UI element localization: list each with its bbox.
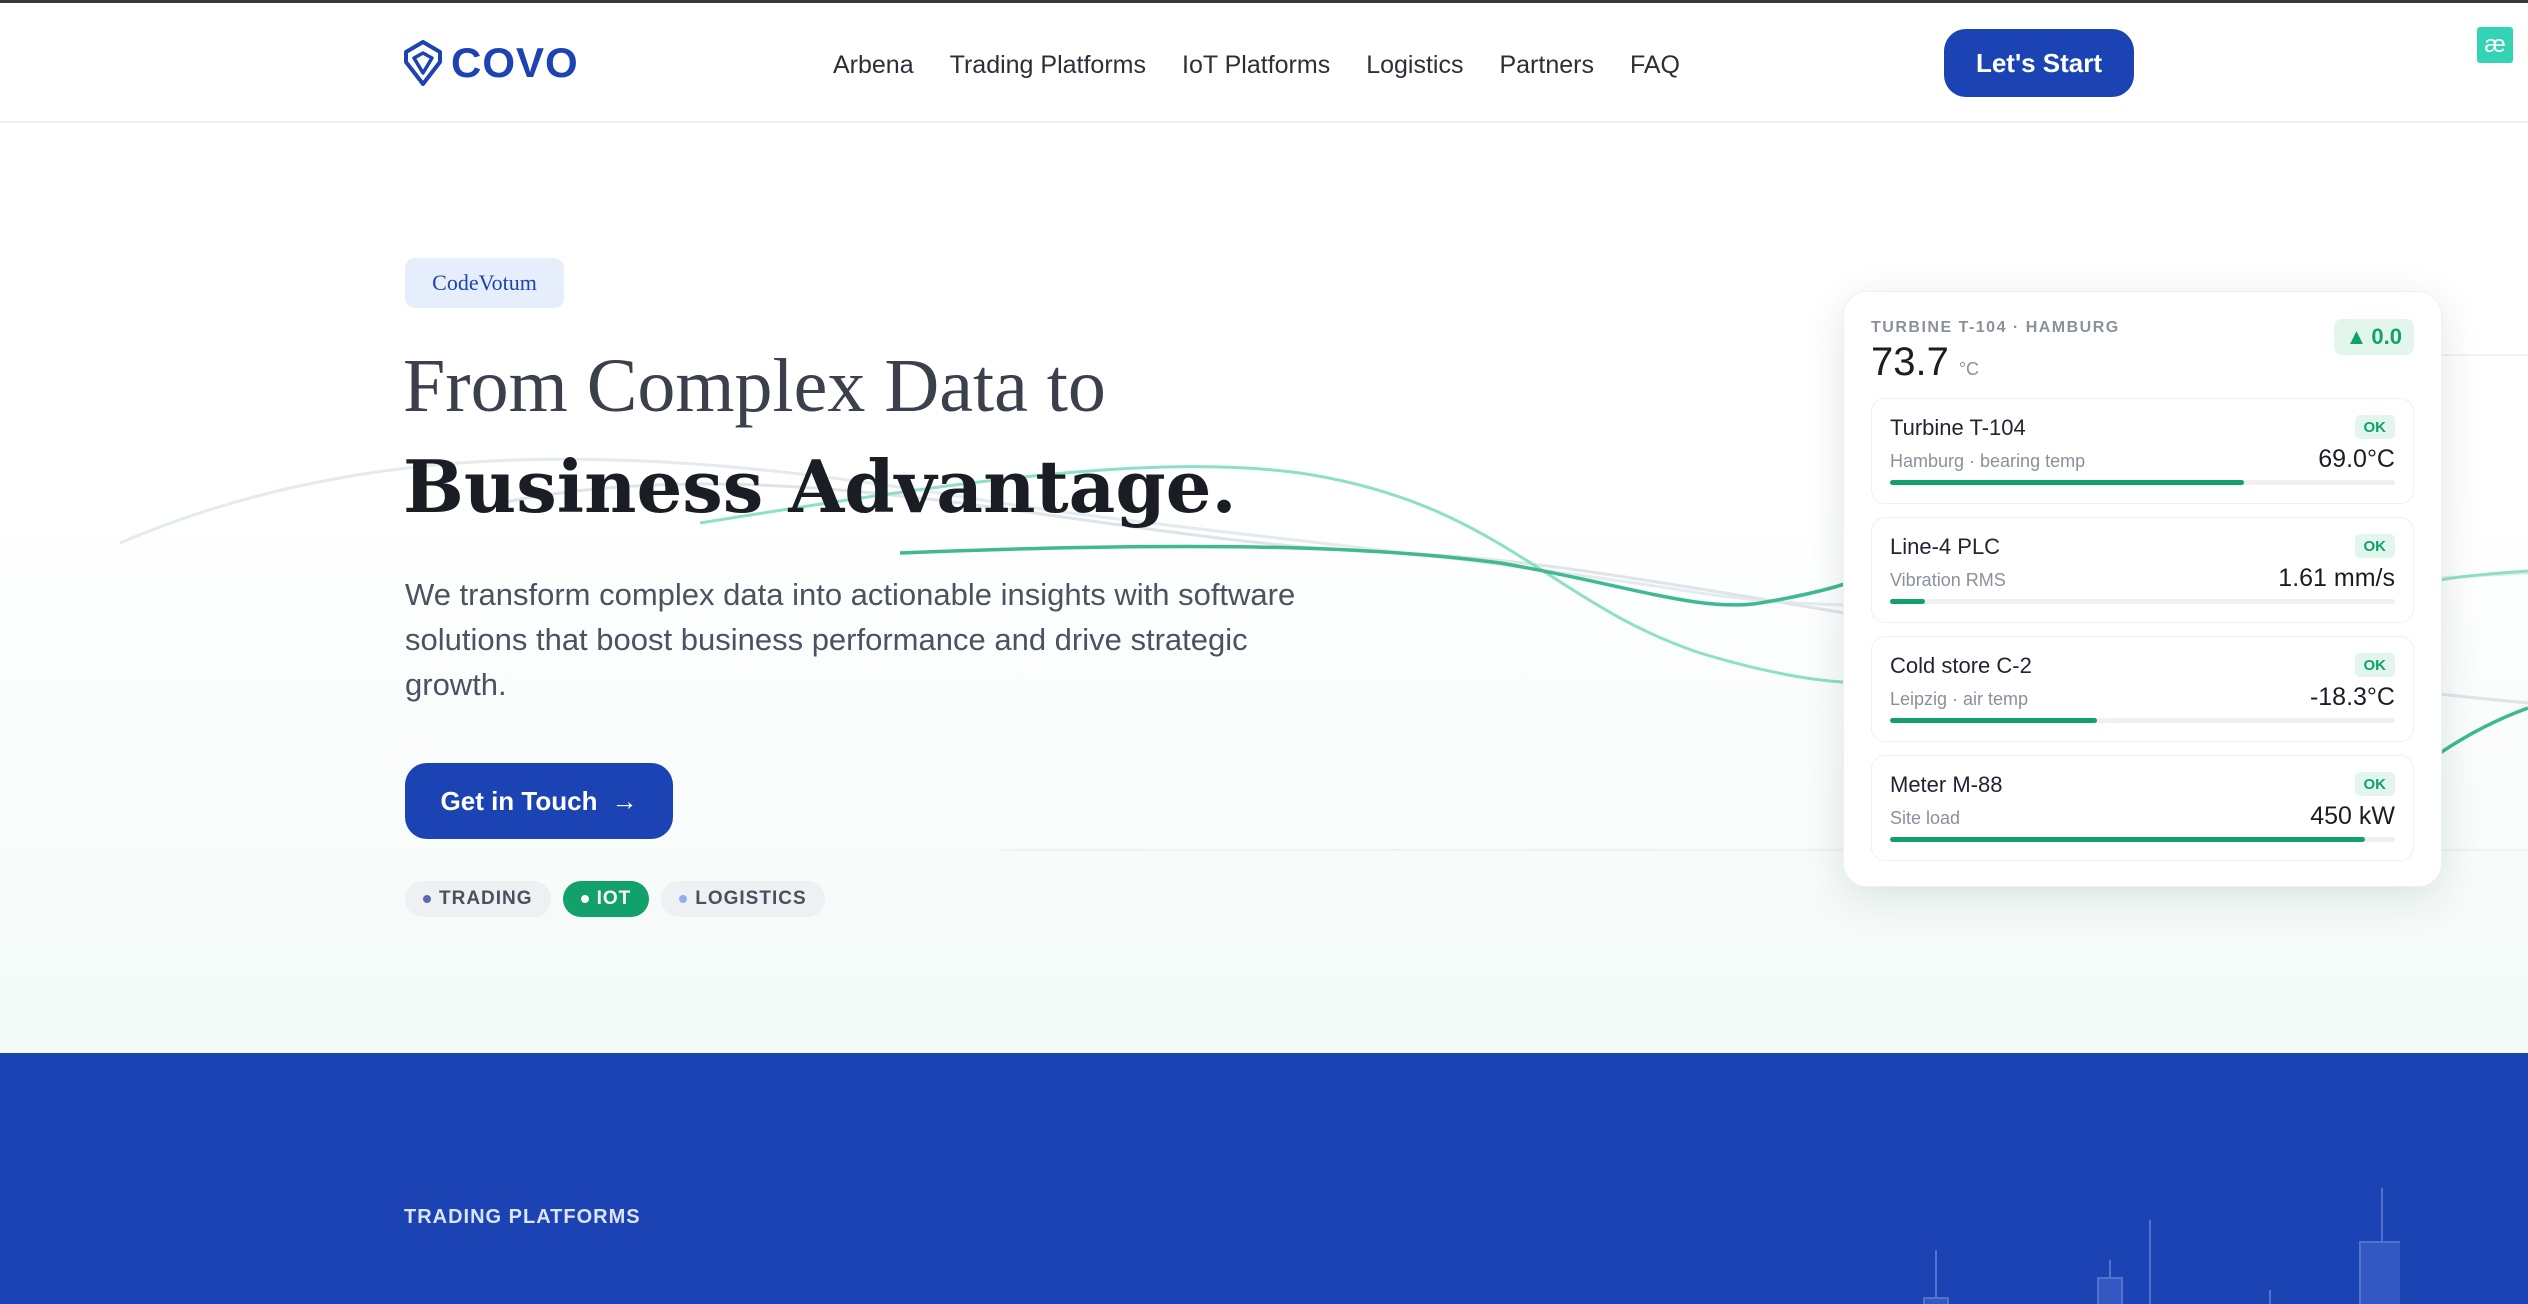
row-name: Turbine T-104 — [1890, 415, 2026, 440]
tag-label: LOGISTICS — [695, 888, 807, 909]
lets-start-button[interactable]: Let's Start — [1944, 29, 2134, 97]
section-label: TRADING PLATFORMS — [404, 1206, 641, 1228]
corner-badge-icon[interactable]: æ — [2477, 27, 2513, 63]
nav-logistics[interactable]: Logistics — [1366, 51, 1463, 80]
sector-tags: TRADING IOT LOGISTICS — [405, 881, 825, 917]
main-nav: Arbena Trading Platforms IoT Platforms L… — [833, 51, 1680, 80]
sensor-row[interactable]: Line-4 PLC Vibration RMS OK 1.61 mm/s — [1871, 517, 2414, 623]
nav-arbena[interactable]: Arbena — [833, 51, 914, 80]
temperature-value: 73.7 — [1871, 340, 1949, 384]
progress-bar — [1890, 599, 2395, 604]
logo-text: COVO — [451, 39, 579, 86]
sensor-row[interactable]: Meter M-88 Site load OK 450 kW — [1871, 755, 2414, 861]
row-sub: Leipzig · air temp — [1890, 689, 2029, 709]
row-name: Meter M-88 — [1890, 772, 2003, 797]
triangle-up-icon: ▲ — [2345, 324, 2368, 349]
logo[interactable]: COVO — [403, 39, 579, 87]
arrow-right-icon: → — [611, 785, 638, 816]
progress-fill — [1890, 718, 2098, 723]
covo-logo-icon — [404, 40, 442, 86]
site-header: COVO Arbena Trading Platforms IoT Platfo… — [0, 3, 2528, 123]
progress-bar — [1890, 837, 2395, 842]
hero-title-line2: Business Advantage. — [403, 444, 1237, 529]
hero-description: We transform complex data into actionabl… — [405, 577, 1296, 702]
row-value: 1.61 mm/s — [2278, 564, 2395, 592]
row-name: Line-4 PLC — [1890, 534, 2001, 559]
nav-faq[interactable]: FAQ — [1630, 51, 1680, 80]
row-sub: Site load — [1890, 808, 1961, 828]
row-value: 69.0°C — [2318, 445, 2395, 473]
progress-fill — [1890, 480, 2244, 485]
nav-trading-platforms[interactable]: Trading Platforms — [950, 51, 1146, 80]
sensor-row[interactable]: Turbine T-104 Hamburg · bearing temp OK … — [1871, 398, 2414, 504]
sensor-card: TURBINE T-104 · HAMBURG 73.7 °C ▲ 0.0 Tur… — [1843, 291, 2442, 887]
row-sub: Hamburg · bearing temp — [1890, 451, 2086, 471]
progress-bar — [1890, 718, 2395, 723]
row-sub: Vibration RMS — [1890, 570, 2006, 590]
status-badge: OK — [2354, 534, 2395, 558]
tag-logistics[interactable]: LOGISTICS — [661, 881, 825, 917]
status-badge: OK — [2354, 653, 2395, 677]
delta-badge: ▲ 0.0 — [2333, 319, 2414, 355]
status-badge: OK — [2354, 415, 2395, 439]
get-in-touch-button[interactable]: Get in Touch → — [405, 763, 673, 839]
status-badge: OK — [2354, 772, 2395, 796]
tag-iot[interactable]: IOT — [562, 881, 650, 917]
nav-iot-platforms[interactable]: IoT Platforms — [1182, 51, 1330, 80]
progress-fill — [1890, 599, 1926, 604]
sensor-location: TURBINE T-104 · HAMBURG — [1871, 319, 2120, 336]
hero-title-line1: From Complex Data to — [403, 344, 1106, 428]
delta-value: 0.0 — [2371, 324, 2402, 349]
tag-label: TRADING — [439, 888, 533, 909]
progress-bar — [1890, 480, 2395, 485]
dot-icon — [679, 895, 688, 903]
row-value: 450 kW — [2310, 802, 2395, 830]
sensor-row[interactable]: Cold store C-2 Leipzig · air temp OK -18… — [1871, 636, 2414, 742]
dot-icon — [580, 895, 589, 903]
tag-label: IOT — [596, 888, 632, 909]
progress-fill — [1890, 837, 2365, 842]
dot-icon — [423, 895, 431, 903]
row-name: Cold store C-2 — [1890, 653, 2032, 678]
row-value: -18.3°C — [2309, 683, 2395, 711]
sensor-temperature: 73.7 °C — [1871, 340, 1979, 385]
decorative-candlesticks — [1923, 1188, 2400, 1304]
tag-trading[interactable]: TRADING — [405, 881, 551, 917]
brand-chip: CodeVotum — [405, 258, 564, 308]
nav-partners[interactable]: Partners — [1499, 51, 1593, 80]
get-in-touch-label: Get in Touch — [440, 785, 598, 816]
temperature-unit: °C — [1958, 359, 1980, 379]
